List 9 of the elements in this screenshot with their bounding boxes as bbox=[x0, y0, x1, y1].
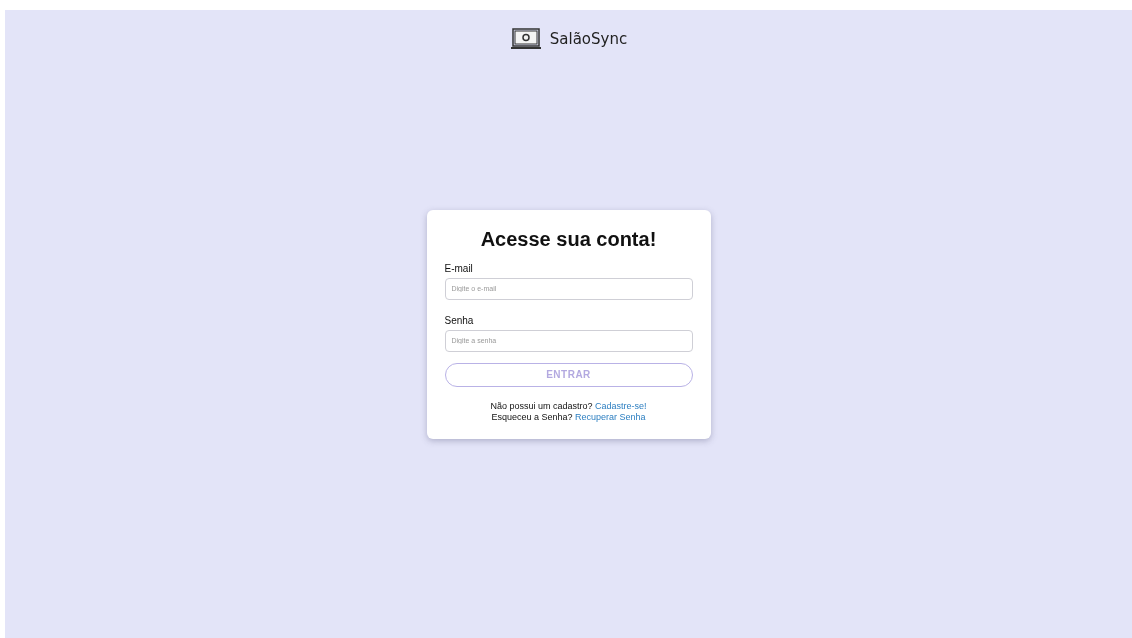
login-title: Acesse sua conta! bbox=[479, 227, 658, 251]
link[interactable]: Cadastre-se! bbox=[595, 400, 647, 411]
field-label: E-mail bbox=[444, 262, 474, 274]
brand-name: SalãoSync bbox=[549, 30, 628, 48]
field-label: Senha bbox=[444, 314, 475, 326]
link[interactable]: Recuperar Senha bbox=[575, 411, 646, 422]
laptop-icon bbox=[509, 28, 542, 50]
prompt-text: Não possui um cadastro? Cadastre-se! bbox=[489, 400, 648, 412]
prompt-text: Esqueceu a Senha? Recuperar Senha bbox=[490, 411, 647, 423]
